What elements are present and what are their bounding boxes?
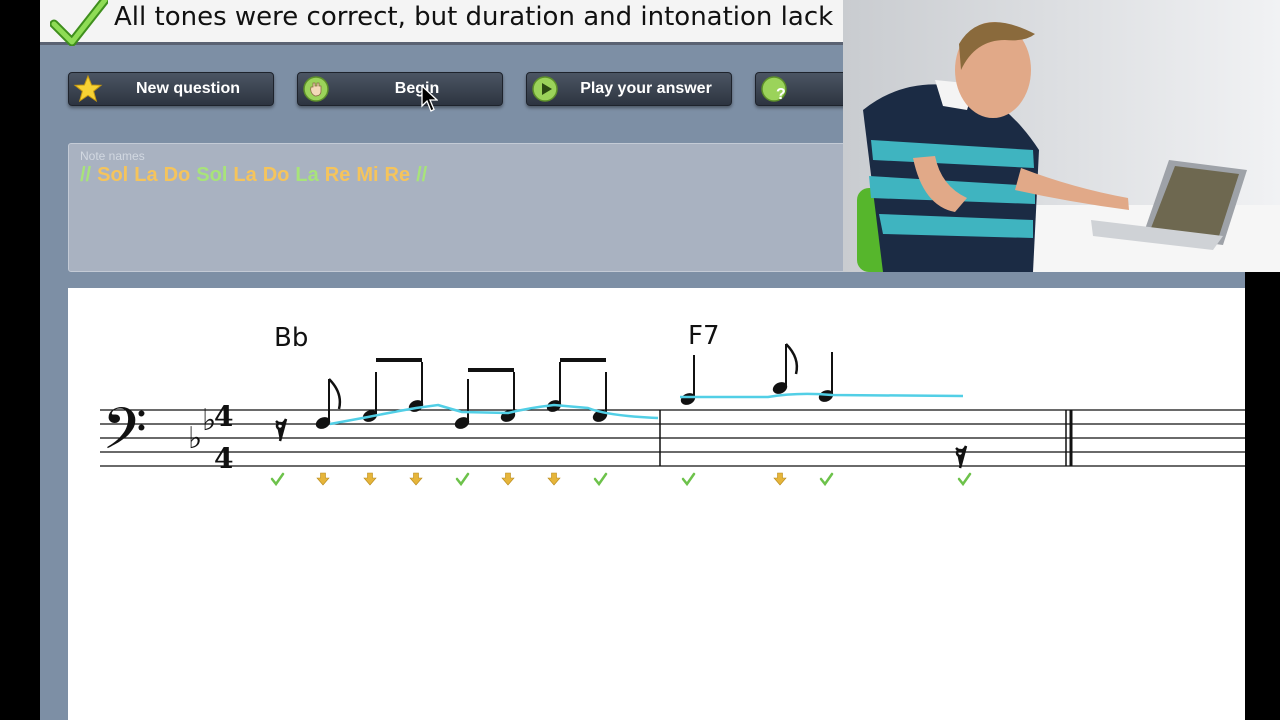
star-icon [73, 74, 103, 103]
play-disc-icon [532, 76, 558, 102]
checkmark-icon [50, 0, 108, 46]
music-staff: 𝄢 ♭♭44Bb F7 [100, 321, 1245, 487]
down-arrow-marker-icon [409, 472, 423, 486]
note-name: Mi [356, 164, 379, 186]
note-flag [785, 343, 799, 375]
mouse-cursor [421, 84, 438, 112]
down-arrow-marker-icon [363, 472, 377, 486]
webcam-overlay [843, 0, 1280, 272]
note-names-text: //Sol La Do Sol La Do La Re Mi Re// [80, 164, 433, 187]
chord-symbol: F7 [688, 321, 720, 351]
hand-play-icon [303, 76, 329, 102]
check-marker-icon [681, 472, 696, 487]
note-names-label: Note names [80, 149, 145, 163]
note-name: Do [163, 164, 191, 186]
note-name: // [416, 164, 428, 186]
play-question-icon: ? [761, 76, 787, 103]
check-marker-icon [819, 472, 834, 487]
down-arrow-marker-icon [773, 472, 787, 486]
note-flag [328, 378, 342, 410]
note-name: Re [384, 164, 411, 186]
bass-clef: 𝄢 [102, 395, 147, 477]
note-name: La [134, 164, 158, 186]
note-name: Do [262, 164, 290, 186]
note-name: Sol [196, 164, 228, 186]
down-arrow-marker-icon [547, 472, 561, 486]
pitch-trace [329, 403, 659, 426]
check-marker-icon [593, 472, 608, 487]
note-name: Re [324, 164, 351, 186]
begin-button[interactable]: Begin [297, 72, 503, 106]
down-arrow-marker-icon [316, 472, 330, 486]
new-question-label: New question [135, 80, 240, 97]
time-signature-digit: 4 [214, 400, 233, 433]
chord-symbol: Bb [274, 323, 308, 353]
note-name: // [80, 164, 92, 186]
check-marker-icon [270, 472, 285, 487]
note-name: La [233, 164, 257, 186]
score-area: 𝄢 ♭ ♭ 4 4 Bb F7 [68, 288, 1245, 720]
note-name: Sol [97, 164, 129, 186]
check-marker-icon [957, 472, 972, 487]
play-your-answer-button[interactable]: Play your answer [526, 72, 732, 106]
play-your-answer-label: Play your answer [580, 80, 712, 97]
feedback-message: All tones were correct, but duration and… [114, 2, 834, 32]
note-name: La [295, 164, 319, 186]
begin-label: Begin [394, 80, 440, 97]
check-marker-icon [455, 472, 470, 487]
down-arrow-marker-icon [501, 472, 515, 486]
new-question-button[interactable]: New question [68, 72, 274, 106]
time-signature-digit: 4 [214, 442, 233, 475]
flat-sign: ♭ [188, 421, 202, 456]
svg-text:?: ? [776, 86, 786, 103]
eighth-rest [955, 445, 968, 469]
